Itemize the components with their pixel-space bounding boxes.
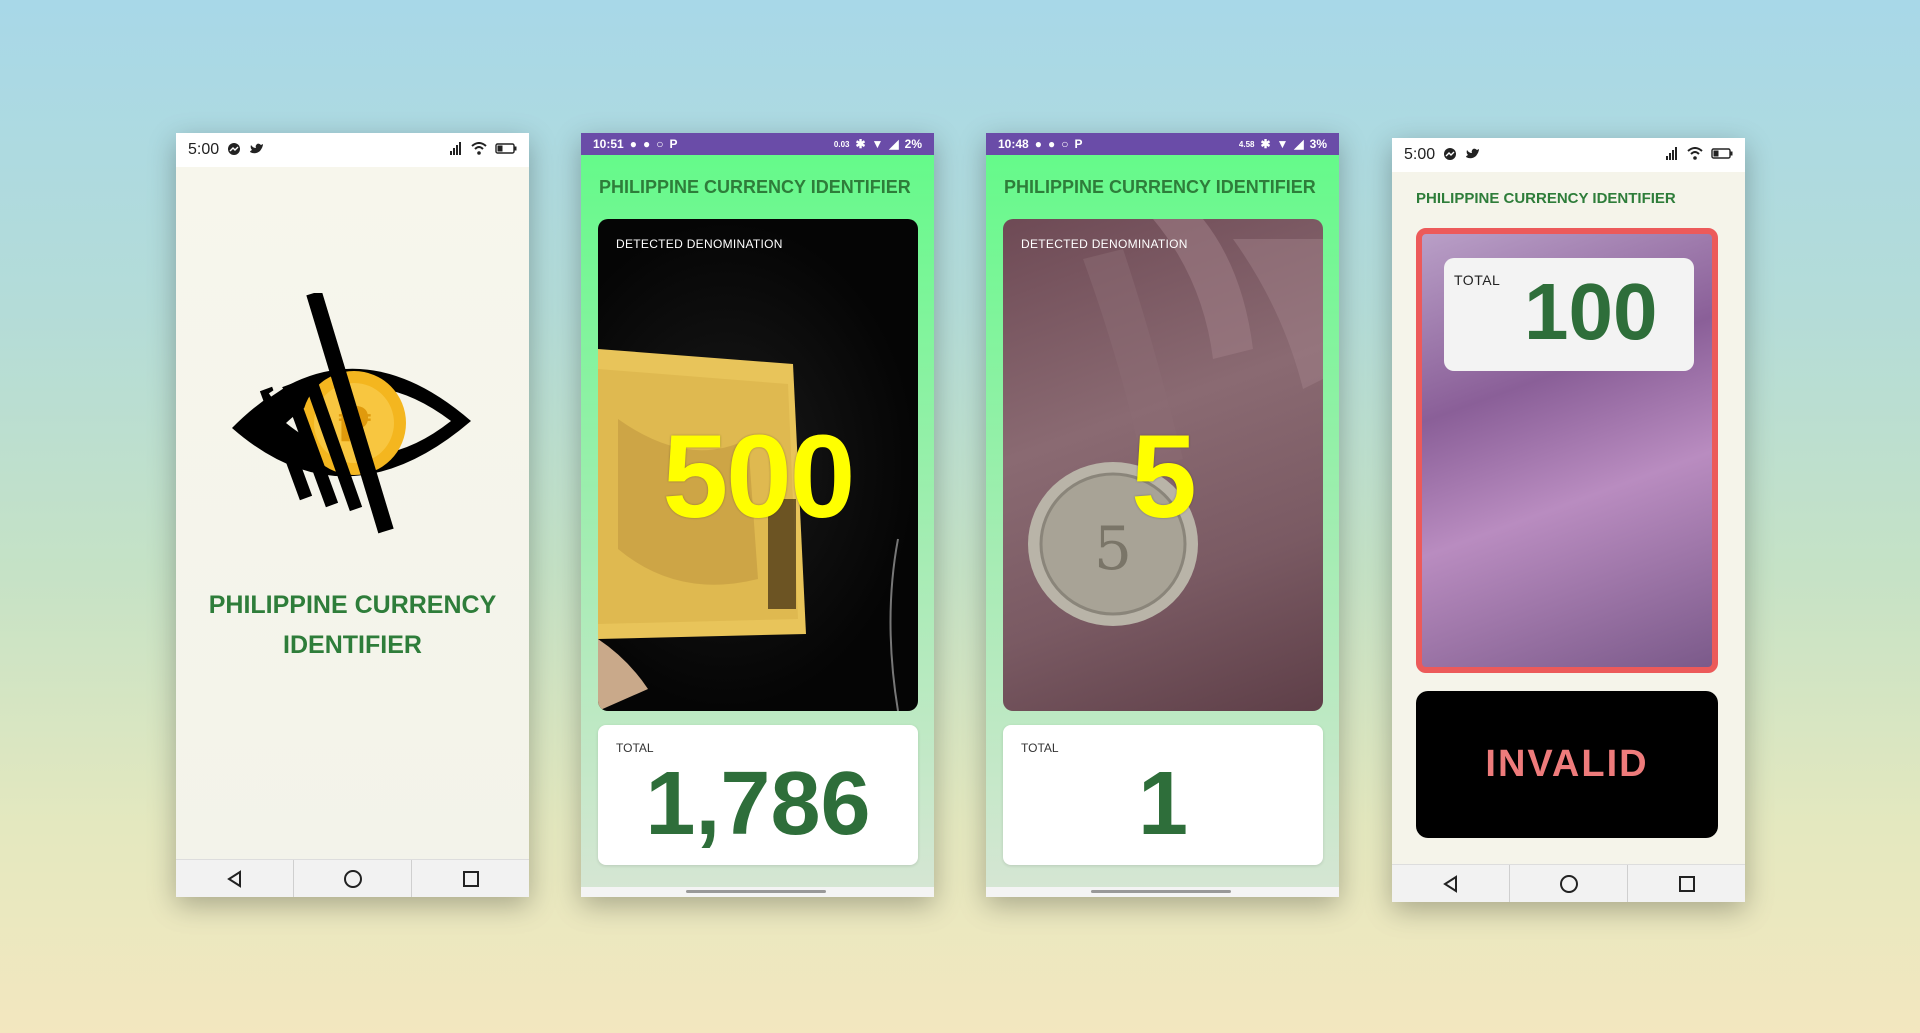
total-value: 1 bbox=[1137, 754, 1189, 854]
home-icon bbox=[343, 869, 362, 888]
gesture-nav-bar[interactable] bbox=[986, 887, 1339, 897]
sync-icon: ○ bbox=[1061, 137, 1069, 151]
splash-screen: ₱ PHILIPPINE CURRENCY IDENTIFIER bbox=[176, 167, 529, 859]
battery-percent: 3% bbox=[1309, 137, 1327, 151]
status-time: 10:51 bbox=[593, 137, 624, 151]
home-button[interactable] bbox=[1510, 865, 1628, 902]
camera-preview: 5 DETECTED DENOMINATION 5 bbox=[1003, 219, 1323, 711]
total-card: TOTAL 1,786 bbox=[598, 725, 918, 865]
recents-button[interactable] bbox=[412, 860, 529, 897]
status-bar: 10:51 ● ● ○ P 0.03 ✱ ▼ ◢ 2% bbox=[581, 133, 934, 155]
app-title: PHILIPPINE CURRENCY IDENTIFIER bbox=[1416, 190, 1676, 207]
back-button[interactable] bbox=[1392, 865, 1510, 902]
detected-denomination-label: DETECTED DENOMINATION bbox=[616, 237, 783, 251]
result-box: INVALID bbox=[1416, 691, 1718, 838]
parking-icon: P bbox=[669, 137, 678, 151]
app-screen: PHILIPPINE CURRENCY IDENTIFIER 5 DETECTE… bbox=[986, 155, 1339, 887]
eye-logo-icon: ₱ bbox=[226, 290, 476, 543]
notification-icon: ● bbox=[1034, 137, 1042, 151]
status-time: 10:48 bbox=[998, 137, 1029, 151]
wifi-icon: ▼ bbox=[871, 137, 884, 151]
signal-icon bbox=[1665, 146, 1679, 164]
notification-icon: ● bbox=[629, 137, 637, 151]
detected-denomination-value: 5 bbox=[1131, 411, 1197, 543]
parking-icon: P bbox=[1074, 137, 1083, 151]
phone-invalid-result: 5:00 PHILIPPINE CURRENCY IDENTIFIER TOTA… bbox=[1392, 138, 1745, 902]
signal-icon: ◢ bbox=[889, 137, 899, 151]
battery-percent: 2% bbox=[904, 137, 922, 151]
camera-preview: TOTAL 100 bbox=[1416, 228, 1718, 673]
status-time: 5:00 bbox=[188, 141, 220, 158]
wifi-icon bbox=[471, 142, 487, 158]
wifi-icon bbox=[1687, 147, 1703, 163]
messenger-icon: ● bbox=[1047, 137, 1056, 151]
home-button[interactable] bbox=[294, 860, 412, 897]
gesture-nav-bar[interactable] bbox=[581, 887, 934, 897]
app-screen: PHILIPPINE CURRENCY IDENTIFIER DETECTED … bbox=[581, 155, 934, 887]
total-value: 1,786 bbox=[645, 754, 871, 854]
messenger-icon bbox=[1443, 147, 1457, 164]
recents-icon bbox=[462, 870, 479, 887]
phone-detection-500: 10:51 ● ● ○ P 0.03 ✱ ▼ ◢ 2% PHILIPPINE C… bbox=[581, 133, 934, 897]
battery-icon bbox=[1711, 148, 1733, 162]
signal-icon bbox=[449, 141, 463, 159]
twitter-icon bbox=[249, 142, 264, 158]
system-nav-bar bbox=[1392, 864, 1745, 902]
status-bar: 5:00 bbox=[1392, 138, 1745, 172]
back-button[interactable] bbox=[176, 860, 294, 897]
invalid-result-text: INVALID bbox=[1485, 743, 1649, 785]
net-speed: 4.58 bbox=[1238, 139, 1255, 149]
app-screen: PHILIPPINE CURRENCY IDENTIFIER TOTAL 100… bbox=[1392, 172, 1745, 864]
bluetooth-icon: ✱ bbox=[855, 137, 866, 151]
messenger-icon: ● bbox=[642, 137, 651, 151]
detected-denomination-value: 500 bbox=[662, 411, 856, 543]
sync-icon: ○ bbox=[656, 137, 664, 151]
battery-icon bbox=[495, 143, 517, 157]
net-speed: 0.03 bbox=[833, 139, 850, 149]
status-bar: 5:00 bbox=[176, 133, 529, 167]
back-icon bbox=[1442, 874, 1457, 893]
twitter-icon bbox=[1465, 147, 1480, 163]
wifi-icon: ▼ bbox=[1276, 137, 1289, 151]
splash-app-title: PHILIPPINE CURRENCY IDENTIFIER bbox=[208, 591, 497, 659]
bluetooth-icon: ✱ bbox=[1260, 137, 1271, 151]
recents-icon bbox=[1678, 875, 1695, 892]
total-card: TOTAL 100 bbox=[1444, 258, 1694, 371]
messenger-icon bbox=[227, 142, 241, 159]
recents-button[interactable] bbox=[1628, 865, 1745, 902]
total-label: TOTAL bbox=[1454, 272, 1501, 288]
back-icon bbox=[226, 869, 241, 888]
phone-splash-screen: 5:00 ₱ bbox=[176, 133, 529, 897]
status-time: 5:00 bbox=[1404, 146, 1436, 163]
app-title: PHILIPPINE CURRENCY IDENTIFIER bbox=[1004, 177, 1316, 197]
status-bar: 10:48 ● ● ○ P 4.58 ✱ ▼ ◢ 3% bbox=[986, 133, 1339, 155]
home-icon bbox=[1559, 874, 1578, 893]
signal-icon: ◢ bbox=[1294, 137, 1304, 151]
total-value: 100 bbox=[1524, 267, 1658, 356]
phone-detection-5: 10:48 ● ● ○ P 4.58 ✱ ▼ ◢ 3% PHILIPPINE C… bbox=[986, 133, 1339, 897]
app-title: PHILIPPINE CURRENCY IDENTIFIER bbox=[599, 177, 911, 197]
total-card: TOTAL 1 bbox=[1003, 725, 1323, 865]
camera-preview: DETECTED DENOMINATION 500 bbox=[598, 219, 918, 711]
system-nav-bar bbox=[176, 859, 529, 897]
detected-denomination-label: DETECTED DENOMINATION bbox=[1021, 237, 1188, 251]
